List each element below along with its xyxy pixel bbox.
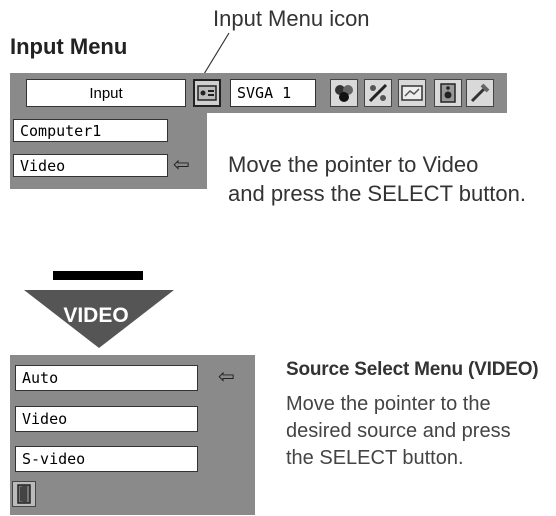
sound-icon[interactable] (434, 79, 462, 107)
pointer-arrow-icon: ⇦ (218, 366, 235, 388)
signal-mode-field: SVGA 1 (230, 79, 316, 107)
source-instruction-line-1: Move the pointer to the (286, 393, 491, 415)
color-icon[interactable] (330, 79, 358, 107)
source-item-auto[interactable]: Auto (15, 365, 198, 391)
image-adjust-icon[interactable] (364, 79, 392, 107)
arrow-top-bar (53, 271, 143, 280)
exit-door-icon[interactable] (12, 481, 36, 507)
menu-item-computer1[interactable]: Computer1 (13, 119, 168, 142)
source-instruction-line-2: desired source and press (286, 420, 511, 442)
arrow-label: VIDEO (63, 304, 129, 327)
menu-item-video[interactable]: Video (13, 154, 168, 177)
input-menu-bar: Input SVGA 1 (10, 73, 507, 113)
setting-icon[interactable] (466, 79, 494, 107)
page-heading: Input Menu (10, 34, 128, 59)
source-item-video[interactable]: Video (15, 406, 198, 432)
screen-icon[interactable] (398, 79, 426, 107)
source-item-s-video[interactable]: S-video (15, 446, 198, 472)
input-menu-icon[interactable] (193, 79, 221, 107)
source-instruction-line-3: the SELECT button. (286, 447, 464, 469)
input-submenu: Computer1 Video ⇦ (10, 113, 207, 189)
instruction-line-1: Move the pointer to Video (228, 152, 479, 177)
source-select-menu: Auto ⇦ Video S-video (10, 355, 255, 515)
pointer-arrow-icon: ⇦ (173, 154, 190, 176)
instruction-line-2: and press the SELECT button. (228, 181, 526, 206)
source-menu-title: Source Select Menu (VIDEO) (286, 359, 539, 380)
input-menu-label-field: Input (26, 79, 186, 107)
